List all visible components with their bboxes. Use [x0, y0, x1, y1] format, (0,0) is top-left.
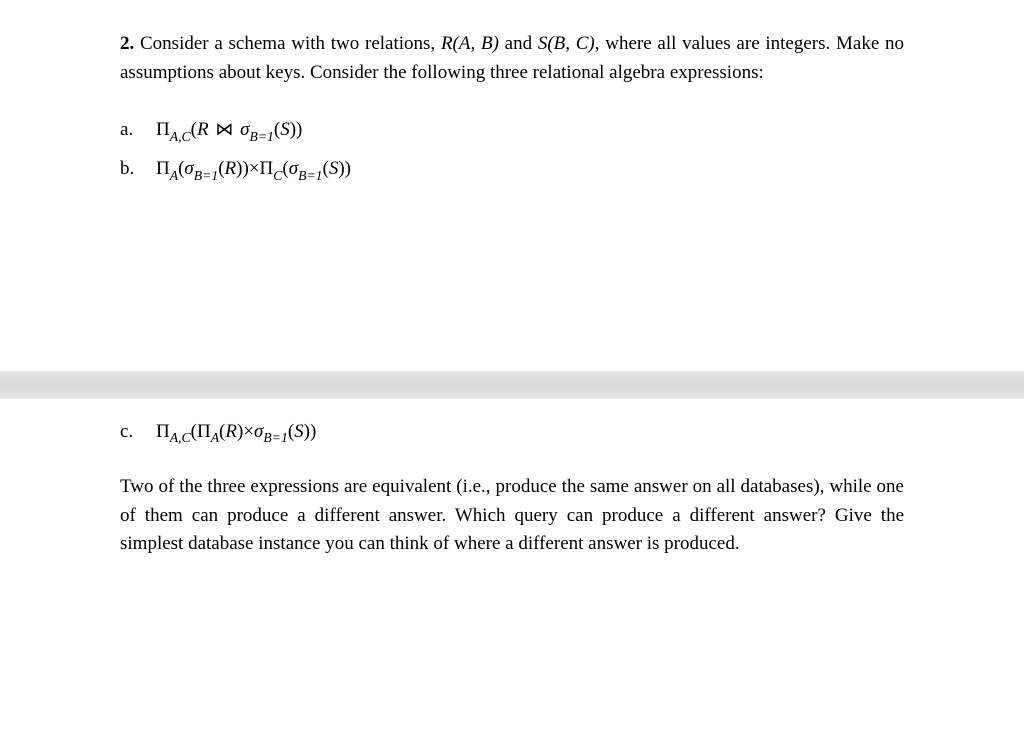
relation-r: R(A, B)	[441, 33, 499, 54]
lower-section: c. ΠA,C(ΠA(R)×σB=1(S)) Two of the three …	[120, 421, 904, 559]
pi-symbol: Π	[156, 421, 170, 442]
expression-b: b. ΠA(σB=1(R))×ΠC(σB=1(S))	[120, 158, 904, 183]
question-number: 2.	[120, 33, 134, 54]
question-intro: 2. Consider a schema with two relations,…	[120, 30, 904, 87]
s-var: S	[280, 119, 290, 140]
expr-c-math: ΠA,C(ΠA(R)×σB=1(S))	[156, 421, 316, 446]
r-var: R	[197, 119, 209, 140]
document-content: 2. Consider a schema with two relations,…	[0, 0, 1024, 589]
intro-text-2: and	[499, 33, 538, 54]
times-symbol: ×	[249, 158, 260, 179]
expr-b-label: b.	[120, 158, 140, 180]
expr-a-label: a.	[120, 119, 140, 141]
pi-subscript: A	[211, 430, 219, 445]
expression-c: c. ΠA,C(ΠA(R)×σB=1(S))	[120, 421, 904, 446]
expr-a-math: ΠA,C(R ⋈ σB=1(S))	[156, 119, 302, 144]
pi-subscript: C	[273, 168, 282, 183]
expr-b-math: ΠA(σB=1(R))×ΠC(σB=1(S))	[156, 158, 351, 183]
pi-symbol: Π	[197, 421, 211, 442]
s-var: S	[329, 158, 339, 179]
sigma-subscript: B=1	[249, 129, 273, 144]
pi-subscript: A,C	[170, 430, 191, 445]
sigma-subscript: B=1	[194, 168, 218, 183]
expressions-block: a. ΠA,C(R ⋈ σB=1(S)) b. ΠA(σB=1(R))×ΠC(σ…	[120, 119, 904, 183]
paren-close: )	[296, 119, 302, 140]
pi-subscript: A,C	[170, 129, 191, 144]
pi-subscript: A	[170, 168, 178, 183]
r-var: R	[225, 158, 237, 179]
pi-symbol: Π	[260, 158, 274, 179]
conclusion-text: Two of the three expressions are equival…	[120, 473, 904, 559]
intro-text-1: Consider a schema with two relations,	[140, 33, 441, 54]
sigma-subscript: B=1	[263, 430, 287, 445]
paren-close: )	[310, 421, 316, 442]
sigma-subscript: B=1	[298, 168, 322, 183]
sigma-symbol: σ	[289, 158, 298, 179]
relation-s: S(B, C)	[538, 33, 595, 54]
paren-close: )	[345, 158, 351, 179]
pi-symbol: Π	[156, 158, 170, 179]
join-symbol: ⋈	[215, 119, 233, 140]
pi-symbol: Π	[156, 119, 170, 140]
sigma-symbol: σ	[254, 421, 263, 442]
times-symbol: ×	[243, 421, 254, 442]
r-var: R	[225, 421, 237, 442]
expr-c-label: c.	[120, 421, 140, 443]
grey-divider-band	[0, 371, 1024, 399]
s-var: S	[294, 421, 304, 442]
sigma-symbol: σ	[184, 158, 193, 179]
expression-a: a. ΠA,C(R ⋈ σB=1(S))	[120, 119, 904, 144]
